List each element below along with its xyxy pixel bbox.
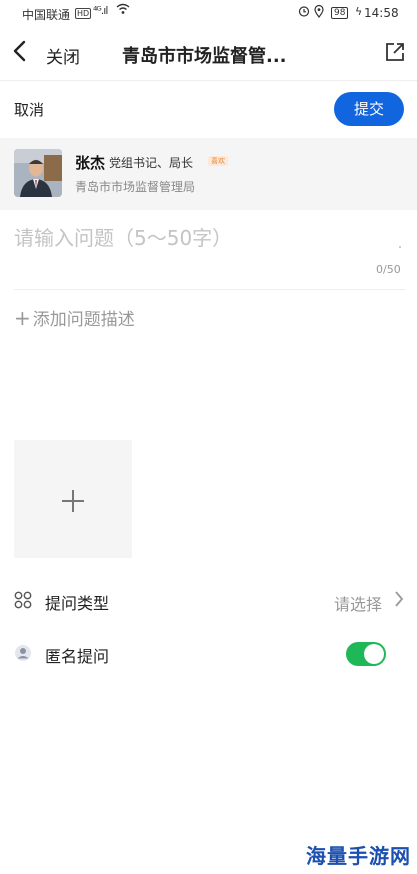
recipient-tag-badge: 喜欢	[208, 156, 228, 166]
chevron-right-icon[interactable]	[394, 590, 404, 613]
avatar	[14, 149, 62, 197]
wifi-icon	[116, 3, 130, 19]
clock: 14:58	[364, 6, 399, 20]
add-description-button[interactable]: + 添加问题描述	[14, 305, 135, 330]
hd-badge: HD	[75, 8, 92, 19]
recipient-organization: 青岛市市场监督管理局	[75, 180, 196, 194]
submit-button[interactable]: 提交	[334, 92, 404, 126]
add-description-label: 添加问题描述	[32, 310, 135, 330]
input-cursor-marker	[399, 246, 401, 248]
question-type-label: 提问类型	[45, 594, 110, 613]
alarm-icon	[298, 5, 310, 20]
plus-icon: +	[14, 306, 31, 330]
page-title: 青岛市市场监督管...	[122, 46, 287, 67]
add-image-button[interactable]	[14, 440, 132, 558]
anonymous-user-icon	[14, 644, 32, 666]
watermark-logo: 海量手游网	[306, 844, 411, 868]
category-icon	[14, 591, 32, 613]
charging-icon: ϟ	[355, 5, 363, 18]
toggle-knob	[364, 644, 384, 664]
question-input[interactable]: 请输入问题（5〜50字）	[14, 222, 404, 251]
recipient-name: 张杰	[75, 154, 106, 172]
nav-divider	[0, 80, 417, 81]
input-divider	[14, 289, 405, 290]
cancel-button[interactable]: 取消	[14, 99, 44, 120]
recipient-card[interactable]: 张杰 党组书记、局长 喜欢 青岛市市场监督管理局	[0, 138, 417, 210]
status-bar: 中国联通 HD ⁴ᴳ.ıl 98 ϟ 14:58	[0, 0, 417, 28]
share-icon[interactable]	[384, 41, 406, 63]
question-type-select[interactable]: 请选择	[334, 591, 382, 615]
back-icon[interactable]	[12, 40, 26, 67]
anonymous-label: 匿名提问	[45, 647, 110, 666]
close-button[interactable]: 关闭	[46, 43, 80, 68]
nav-bar: 关闭 青岛市市场监督管...	[0, 28, 417, 80]
carrier-name: 中国联通	[22, 8, 71, 22]
battery-icon: 98	[331, 7, 349, 19]
anonymous-toggle[interactable]	[346, 642, 386, 666]
location-icon	[314, 4, 324, 21]
signal-icon: ⁴ᴳ.ıl	[93, 4, 108, 17]
recipient-role: 党组书记、局长	[109, 156, 194, 170]
character-counter: 0/50	[376, 263, 401, 276]
plus-icon	[14, 440, 132, 558]
